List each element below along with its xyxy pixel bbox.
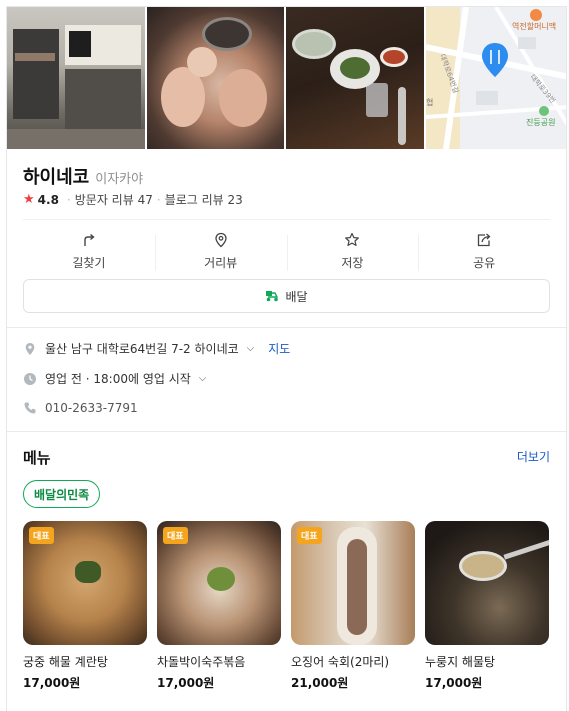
hours-row: 영업 전 · 18:00에 영업 시작 ⌵ [23,370,206,387]
menu-item-name: 차돌박이숙주볶음 [157,655,246,669]
map-link[interactable]: 지도 [268,340,290,357]
menu-item-name: 오징어 숙회(2마리) [291,655,390,669]
review-summary: ★ 4.8 · 방문자 리뷰 47 · 블로그 리뷰 23 [23,191,243,208]
photo-strip: 역전할머니맥 대학로64번길 대학로39번 진등공원 협 [7,7,566,149]
section-divider [7,327,566,328]
directions-label: 길찾기 [72,255,106,270]
street-view-label: 거리뷰 [204,255,238,270]
share-label: 공유 [473,255,496,270]
directions-icon [84,233,95,246]
section-divider [7,431,566,432]
chevron-down-icon[interactable]: ⌵ [199,373,207,384]
visitor-reviews-link[interactable]: 방문자 리뷰 47 [75,191,153,208]
map-label-edge: 협 [426,97,433,107]
scooter-icon [266,291,279,302]
menu-item-price: 17,000원 [23,676,81,690]
separator-dot: · [66,192,71,207]
menu-item[interactable]: 대표 차돌박이숙주볶음 17,000원 [157,521,281,691]
address-text: 울산 남구 대학로64번길 7-2 하이네코 [45,342,239,356]
delivery-app-chip[interactable]: 배달의민족 [23,480,101,508]
directions-button[interactable]: 길찾기 [23,229,155,273]
menu-section-title: 메뉴 [23,449,51,467]
menu-item-photo: 대표 [157,521,281,645]
action-bar: 길찾기 거리뷰 저장 공유 [23,229,550,273]
menu-item-price: 21,000원 [291,676,349,690]
phone-number[interactable]: 010-2633-7791 [45,401,138,415]
chevron-down-icon[interactable]: ⌵ [247,343,255,354]
map-label-pub: 역전할머니맥 [512,21,556,31]
menu-item-name: 누룽지 해물탕 [425,655,496,669]
map-label-park: 진등공원 [526,117,555,127]
menu-item-price: 17,000원 [157,676,215,690]
phone-row: 010-2633-7791 [23,401,138,415]
delivery-label: 배달 [285,289,308,304]
menu-more-link[interactable]: 더보기 [517,448,550,465]
hours-text: 영업 전 · 18:00에 영업 시작 [45,372,191,386]
clock-icon [24,372,36,385]
separator-dot: · [156,192,161,207]
location-pin-icon [214,232,227,247]
menu-item-price: 17,000원 [425,676,483,690]
save-button[interactable]: 저장 [286,229,419,273]
blog-reviews-link[interactable]: 블로그 리뷰 23 [165,191,243,208]
menu-item[interactable]: 대표 궁중 해물 계란탕 17,000원 [23,521,147,691]
map-marker-icon [25,342,35,355]
shrimp-dish-photo[interactable] [146,7,284,149]
menu-list: 대표 궁중 해물 계란탕 17,000원 대표 차돌박이숙주볶음 17,000원… [23,521,553,691]
menu-item[interactable]: 누룽지 해물탕 17,000원 [425,521,549,691]
location-map-thumbnail[interactable]: 역전할머니맥 대학로64번길 대학로39번 진등공원 협 [425,7,566,149]
signature-badge: 대표 [29,527,54,544]
delivery-button[interactable]: 배달 [23,279,550,313]
menu-item[interactable]: 대표 오징어 숙회(2마리) 21,000원 [291,521,415,691]
signature-badge: 대표 [297,527,322,544]
place-name: 하이네코 [23,167,90,188]
share-icon [477,233,491,246]
rating-star-icon: ★ [23,192,35,207]
rating-value: 4.8 [37,192,59,207]
menu-item-photo: 대표 [291,521,415,645]
divider [23,219,550,220]
storefront-photo[interactable] [7,7,145,149]
street-view-button[interactable]: 거리뷰 [154,229,287,273]
signature-badge: 대표 [163,527,188,544]
table-setting-photo[interactable] [286,7,424,149]
menu-item-photo: 대표 [23,521,147,645]
share-button[interactable]: 공유 [418,229,550,273]
place-card: 역전할머니맥 대학로64번길 대학로39번 진등공원 협 하이네코 이자카야 ★… [6,6,567,711]
place-category: 이자카야 [95,172,144,187]
phone-icon [24,402,36,414]
save-label: 저장 [341,255,364,270]
menu-item-name: 궁중 해물 계란탕 [23,655,108,669]
title-row: 하이네코 이자카야 [23,163,143,189]
address-row: 울산 남구 대학로64번길 7-2 하이네코 ⌵ 지도 [23,340,290,357]
star-icon [345,232,360,246]
menu-item-photo [425,521,549,645]
